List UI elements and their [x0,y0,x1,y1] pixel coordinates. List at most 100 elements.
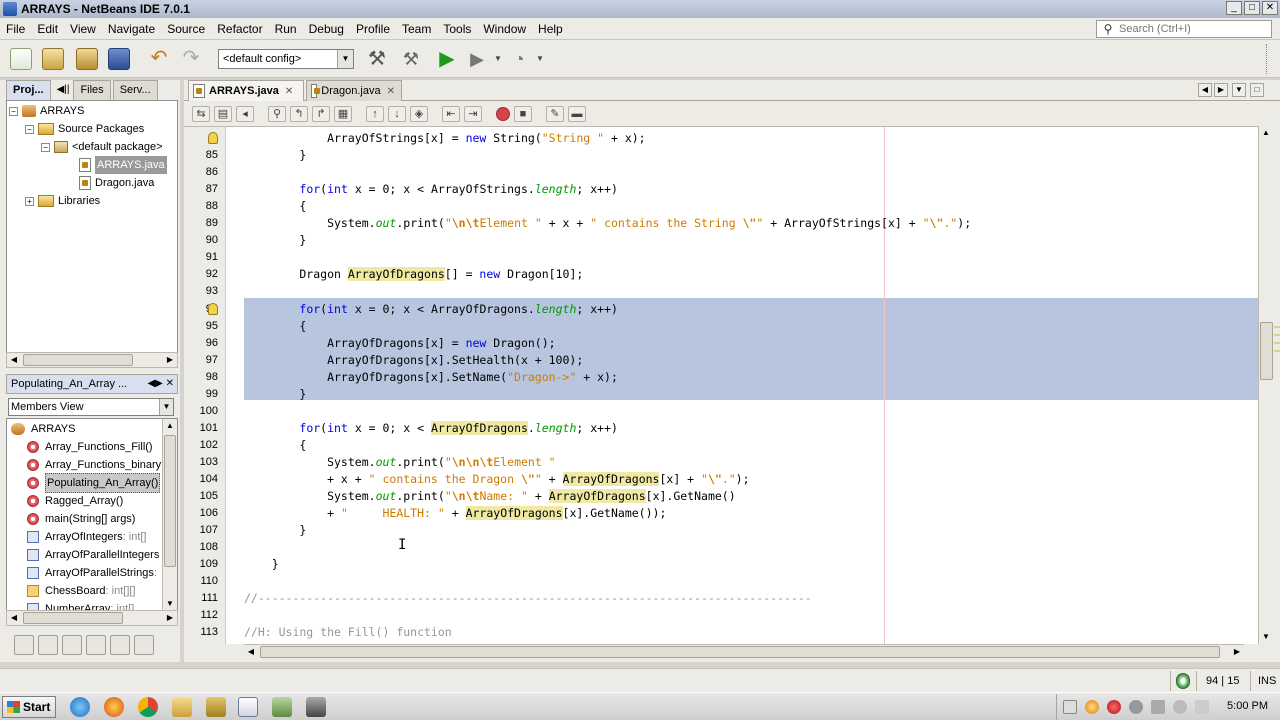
find-next-icon[interactable]: ↱ [312,106,330,122]
code-line[interactable]: 88 { [184,198,1258,215]
menu-refactor[interactable]: Refactor [211,22,268,36]
notepad-icon[interactable] [272,697,292,717]
stripe-mark[interactable] [1274,326,1280,328]
filter-nonpublic-button[interactable] [86,635,106,655]
clean-build-button[interactable]: ⚒ [400,48,422,70]
scroll-right-icon[interactable]: ▶ [1230,645,1244,659]
editor-hscrollbar[interactable]: ◀ ▶ [244,644,1244,660]
search-box[interactable]: ⚲ [1096,20,1272,38]
code-line[interactable]: 85 } [184,147,1258,164]
find-icon[interactable]: ⚲ [268,106,286,122]
member-method-selected[interactable]: Populating_An_Array() [27,473,161,493]
explorer-folder-icon[interactable] [172,697,192,717]
code-line[interactable]: 104 + x + " contains the Dragon \"" + Ar… [184,471,1258,488]
scroll-up-icon[interactable]: ▲ [163,419,177,433]
uncomment-icon[interactable]: ▬ [568,106,586,122]
filter-static-button[interactable] [62,635,82,655]
error-stripe[interactable] [1274,126,1280,644]
profile-dropdown-icon[interactable]: ▼ [536,54,544,63]
search-input[interactable] [1119,23,1269,35]
navigator-tab[interactable]: Populating_An_Array ... ◀▶ ✕ [6,374,178,394]
source-view-icon[interactable]: ⇆ [192,106,210,122]
redo-button[interactable]: ↷ [180,48,202,70]
code-line[interactable]: 96 ArrayOfDragons[x] = new Dragon(); [184,335,1258,352]
code-line[interactable]: 106 + " HEALTH: " + ArrayOfDragons[x].Ge… [184,505,1258,522]
menu-debug[interactable]: Debug [303,22,350,36]
stripe-mark[interactable] [1274,334,1280,336]
code-line[interactable]: 90 } [184,232,1258,249]
menu-tools[interactable]: Tools [437,22,477,36]
save-all-button[interactable] [108,48,130,70]
members-vscrollbar[interactable]: ▲ ▼ [162,419,177,611]
tree-node-arrays-java[interactable]: ARRAYS.java [79,156,167,174]
menu-run[interactable]: Run [269,22,303,36]
code-line[interactable]: 87 for(int x = 0; x < ArrayOfStrings.len… [184,181,1258,198]
scroll-thumb[interactable] [164,435,176,567]
code-line[interactable]: 89 System.out.print("\n\tElement " + x +… [184,215,1258,232]
stop-macro-icon[interactable]: ■ [514,106,532,122]
find-previous-icon[interactable]: ↰ [290,106,308,122]
scroll-left-icon[interactable]: ◀ [244,645,258,659]
menu-source[interactable]: Source [161,22,211,36]
tree-node-libraries[interactable]: + Libraries [25,192,100,210]
editor-vscrollbar[interactable]: ▲ ▼ [1258,126,1274,644]
code-editor[interactable]: ArrayOfStrings[x] = new String("String "… [184,126,1258,644]
code-line[interactable]: ArrayOfStrings[x] = new String("String "… [184,130,1258,147]
code-line[interactable]: 94 for(int x = 0; x < ArrayOfDragons.len… [184,301,1258,318]
collapse-icon[interactable]: − [25,124,34,134]
next-bookmark-icon[interactable]: ↓ [388,106,406,122]
member-method-main[interactable]: main (String[] args) [27,510,135,528]
tray-app-icon[interactable] [1085,700,1099,714]
code-line[interactable]: 107 } [184,522,1258,539]
members-view-select[interactable]: Members View ▼ [8,398,174,416]
menu-edit[interactable]: Edit [31,22,64,36]
member-method[interactable]: Ragged_Array() [27,492,123,510]
code-line[interactable]: 103 System.out.print("\n\n\tElement " [184,454,1258,471]
scroll-thumb[interactable] [1260,322,1273,380]
minimize-button[interactable]: _ [1226,1,1242,15]
scroll-thumb[interactable] [23,354,133,366]
collapse-icon[interactable]: − [41,142,50,152]
menu-view[interactable]: View [64,22,102,36]
code-line[interactable]: 99 } [184,386,1258,403]
tree-node-arrays-project[interactable]: − ARRAYS [9,102,84,120]
menu-team[interactable]: Team [396,22,437,36]
internet-explorer-icon[interactable] [70,697,90,717]
debug-project-button[interactable]: ▶ [466,48,488,70]
code-line[interactable]: 91 [184,249,1258,266]
sort-by-name-button[interactable] [110,635,130,655]
open-project-button[interactable] [76,48,98,70]
close-button[interactable]: ✕ [1262,1,1278,15]
show-opened-documents-icon[interactable]: ▼ [1232,83,1246,97]
scroll-tabs-left-icon[interactable]: ◀ [1198,83,1212,97]
tree-node-default-package[interactable]: − <default package> [41,138,163,156]
comment-icon[interactable]: ✎ [546,106,564,122]
code-line[interactable]: 102 { [184,437,1258,454]
scroll-left-icon[interactable]: ◀ [7,353,21,367]
history-icon[interactable]: ▤ [214,106,232,122]
media-app-icon[interactable] [206,697,226,717]
project-tree-hscrollbar[interactable]: ◀ ▶ [6,352,178,368]
scroll-right-icon[interactable]: ▶ [163,611,177,625]
code-line[interactable]: 93 [184,283,1258,300]
scroll-tabs-right-icon[interactable]: ▶ [1214,83,1228,97]
hint-bulb-icon[interactable] [208,132,218,144]
show-hidden-icons-icon[interactable] [1063,700,1077,714]
member-field[interactable]: ArrayOfParallelIntegers [27,546,159,564]
recorder-icon[interactable] [306,697,326,717]
navigator-window-controls[interactable]: ◀▶ ✕ [147,375,174,393]
tree-node-dragon-java[interactable]: Dragon.java [79,174,154,192]
tab-scroll-left-icon[interactable]: ◀|| [53,80,74,100]
tray-app-icon[interactable] [1129,700,1143,714]
tab-projects[interactable]: Proj... [6,80,51,100]
code-line[interactable]: 86 [184,164,1258,181]
code-line[interactable]: 101 for(int x = 0; x < ArrayOfDragons.le… [184,420,1258,437]
code-line[interactable]: 95 { [184,318,1258,335]
action-center-icon[interactable] [1195,700,1209,714]
tree-node-source-packages[interactable]: − Source Packages [25,120,144,138]
shift-left-icon[interactable]: ⇤ [442,106,460,122]
tab-services[interactable]: Serv... [112,80,158,100]
back-icon[interactable]: ◂ [236,106,254,122]
build-hammer-button[interactable]: ⚒ [366,48,388,70]
stripe-mark[interactable] [1274,342,1280,344]
